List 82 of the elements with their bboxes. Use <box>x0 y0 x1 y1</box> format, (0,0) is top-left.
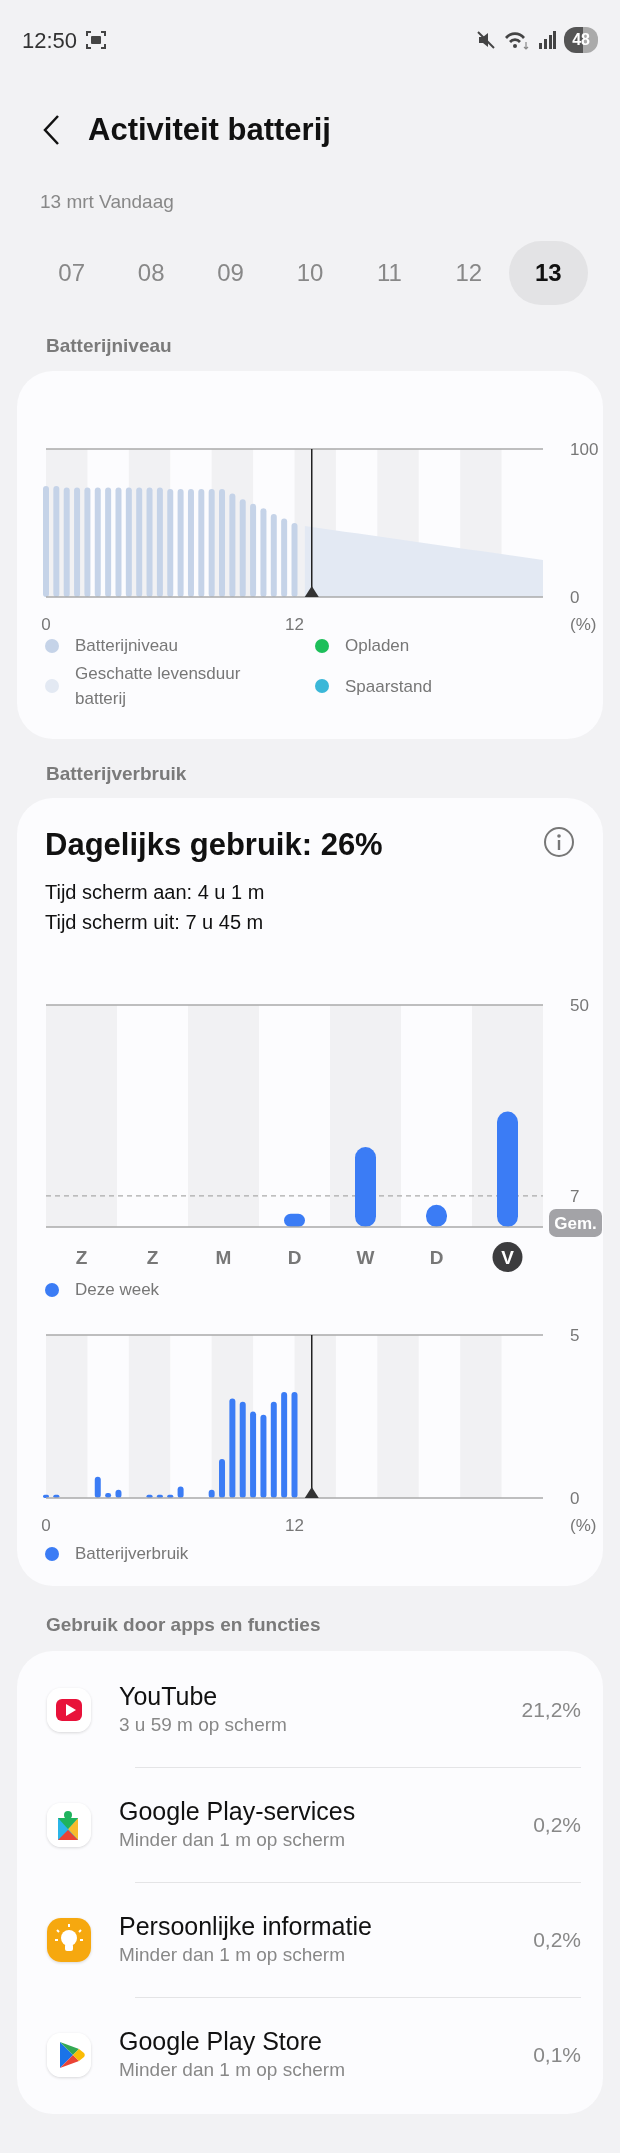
screen-time-detail: Minder dan 1 m op scherm <box>119 1942 346 1967</box>
usage-percentage: 0,1% <box>533 2042 581 2069</box>
average-badge: Gem. <box>549 1209 602 1238</box>
axis-label: 50 <box>570 996 589 1016</box>
axis-label: 0 <box>570 1488 580 1508</box>
bar <box>94 1476 101 1498</box>
date-tab[interactable]: 12 <box>429 240 509 305</box>
bar <box>219 1458 225 1498</box>
screen-time-detail: Minder dan 1 m op scherm <box>119 1827 346 1852</box>
axis-label: 12 <box>285 1515 304 1535</box>
section-heading: Batterijverbruik <box>45 763 188 787</box>
daily-usage-title: Dagelijks gebruik: 26% <box>45 826 383 864</box>
mute-icon <box>476 30 497 50</box>
axis-label: 12 <box>285 615 304 635</box>
legend-label: Opladen <box>345 635 410 658</box>
wifi-icon <box>504 30 531 50</box>
app-name: Google Play-services <box>119 1795 356 1826</box>
axis-label: 0 <box>41 615 51 635</box>
day-label: W <box>356 1247 375 1269</box>
bar <box>115 1489 122 1498</box>
bar <box>177 1486 184 1498</box>
x-tick-label: V <box>501 1247 515 1269</box>
legend-label: Batterijverbruik <box>75 1542 189 1565</box>
app-row[interactable]: Persoonlijke informatie Minder dan 1 m op scherm 0,2% <box>17 1882 603 1997</box>
video-play-icon <box>47 1687 91 1732</box>
page-title: Activiteit batterij <box>88 111 331 149</box>
axis-label: 5 <box>570 1325 580 1345</box>
info-button[interactable] <box>543 826 575 859</box>
screen-time-text: Tijd scherm aan: 4 u 1 m <box>45 880 266 906</box>
axis-label: 0 <box>41 1515 51 1535</box>
screen-time-text: Tijd scherm uit: 7 u 45 m <box>45 910 265 936</box>
app-name: Google Play Store <box>119 2025 323 2056</box>
screenshot-icon <box>85 30 108 50</box>
screen-time-detail: 3 u 59 m op scherm <box>119 1712 287 1737</box>
bar <box>146 1494 153 1498</box>
bar <box>426 1205 447 1228</box>
section-heading: Batterijniveau <box>45 334 173 358</box>
date-tab[interactable]: 09 <box>190 240 271 305</box>
legend-label: Spaarstand <box>345 675 432 698</box>
usage-percentage: 0,2% <box>533 1812 581 1839</box>
app-name: YouTube <box>119 1680 219 1711</box>
date-tab[interactable]: 08 <box>111 240 191 305</box>
axis-label: 7 <box>570 1187 580 1207</box>
day-label: Z <box>75 1247 88 1269</box>
bar <box>53 1494 60 1498</box>
screen-time-detail: Minder dan 1 m op scherm <box>119 2057 345 2082</box>
legend-label: Geschatte levensduur batterij <box>75 662 242 711</box>
legend-label: Batterijniveau <box>75 635 178 658</box>
day-label: D <box>429 1247 444 1269</box>
app-row[interactable]: Google Play Store Minder dan 1 m op scherm 0,1% <box>17 1997 603 2112</box>
legend-label: Deze week <box>75 1279 160 1302</box>
app-row[interactable]: Google Play-services Minder dan 1 m op scherm 0,2% <box>17 1767 603 1882</box>
section-heading: Gebruik door apps en functies <box>45 1614 322 1637</box>
bar <box>284 1213 305 1228</box>
date-tab[interactable]: 07 <box>32 240 112 305</box>
date-tab[interactable]: 10 <box>270 240 350 305</box>
day-label: D <box>287 1247 302 1269</box>
axis-unit: (%) <box>570 1515 597 1535</box>
bar <box>105 1492 112 1498</box>
bar <box>156 1494 163 1498</box>
date-tab[interactable]: 13 <box>508 240 588 305</box>
usage-percentage: 21,2% <box>521 1697 581 1724</box>
day-label: Z <box>146 1247 159 1269</box>
play-triangle-icon <box>47 2032 91 2077</box>
day-label: M <box>215 1247 232 1269</box>
app-row[interactable]: YouTube 3 u 59 m op scherm 21,2% <box>17 1652 603 1767</box>
axis-label: 100 <box>570 440 599 460</box>
date-label: 13 mrt Vandaag <box>39 190 175 214</box>
date-tab[interactable]: 11 <box>349 240 430 305</box>
usage-percentage: 0,2% <box>533 1927 581 1954</box>
bar <box>208 1489 215 1498</box>
clock-time: 12:50 <box>22 26 78 55</box>
battery-indicator: 48 <box>564 27 598 53</box>
app-name: Persoonlijke informatie <box>119 1910 372 1941</box>
bar <box>43 1494 49 1498</box>
signal-icon <box>538 31 557 49</box>
day-label: V <box>492 1242 523 1273</box>
axis-label: 0 <box>570 588 580 608</box>
puzzle-piece-icon <box>47 1802 91 1847</box>
axis-unit: (%) <box>570 615 597 635</box>
lightbulb-icon <box>47 1917 91 1962</box>
bar <box>167 1494 174 1498</box>
